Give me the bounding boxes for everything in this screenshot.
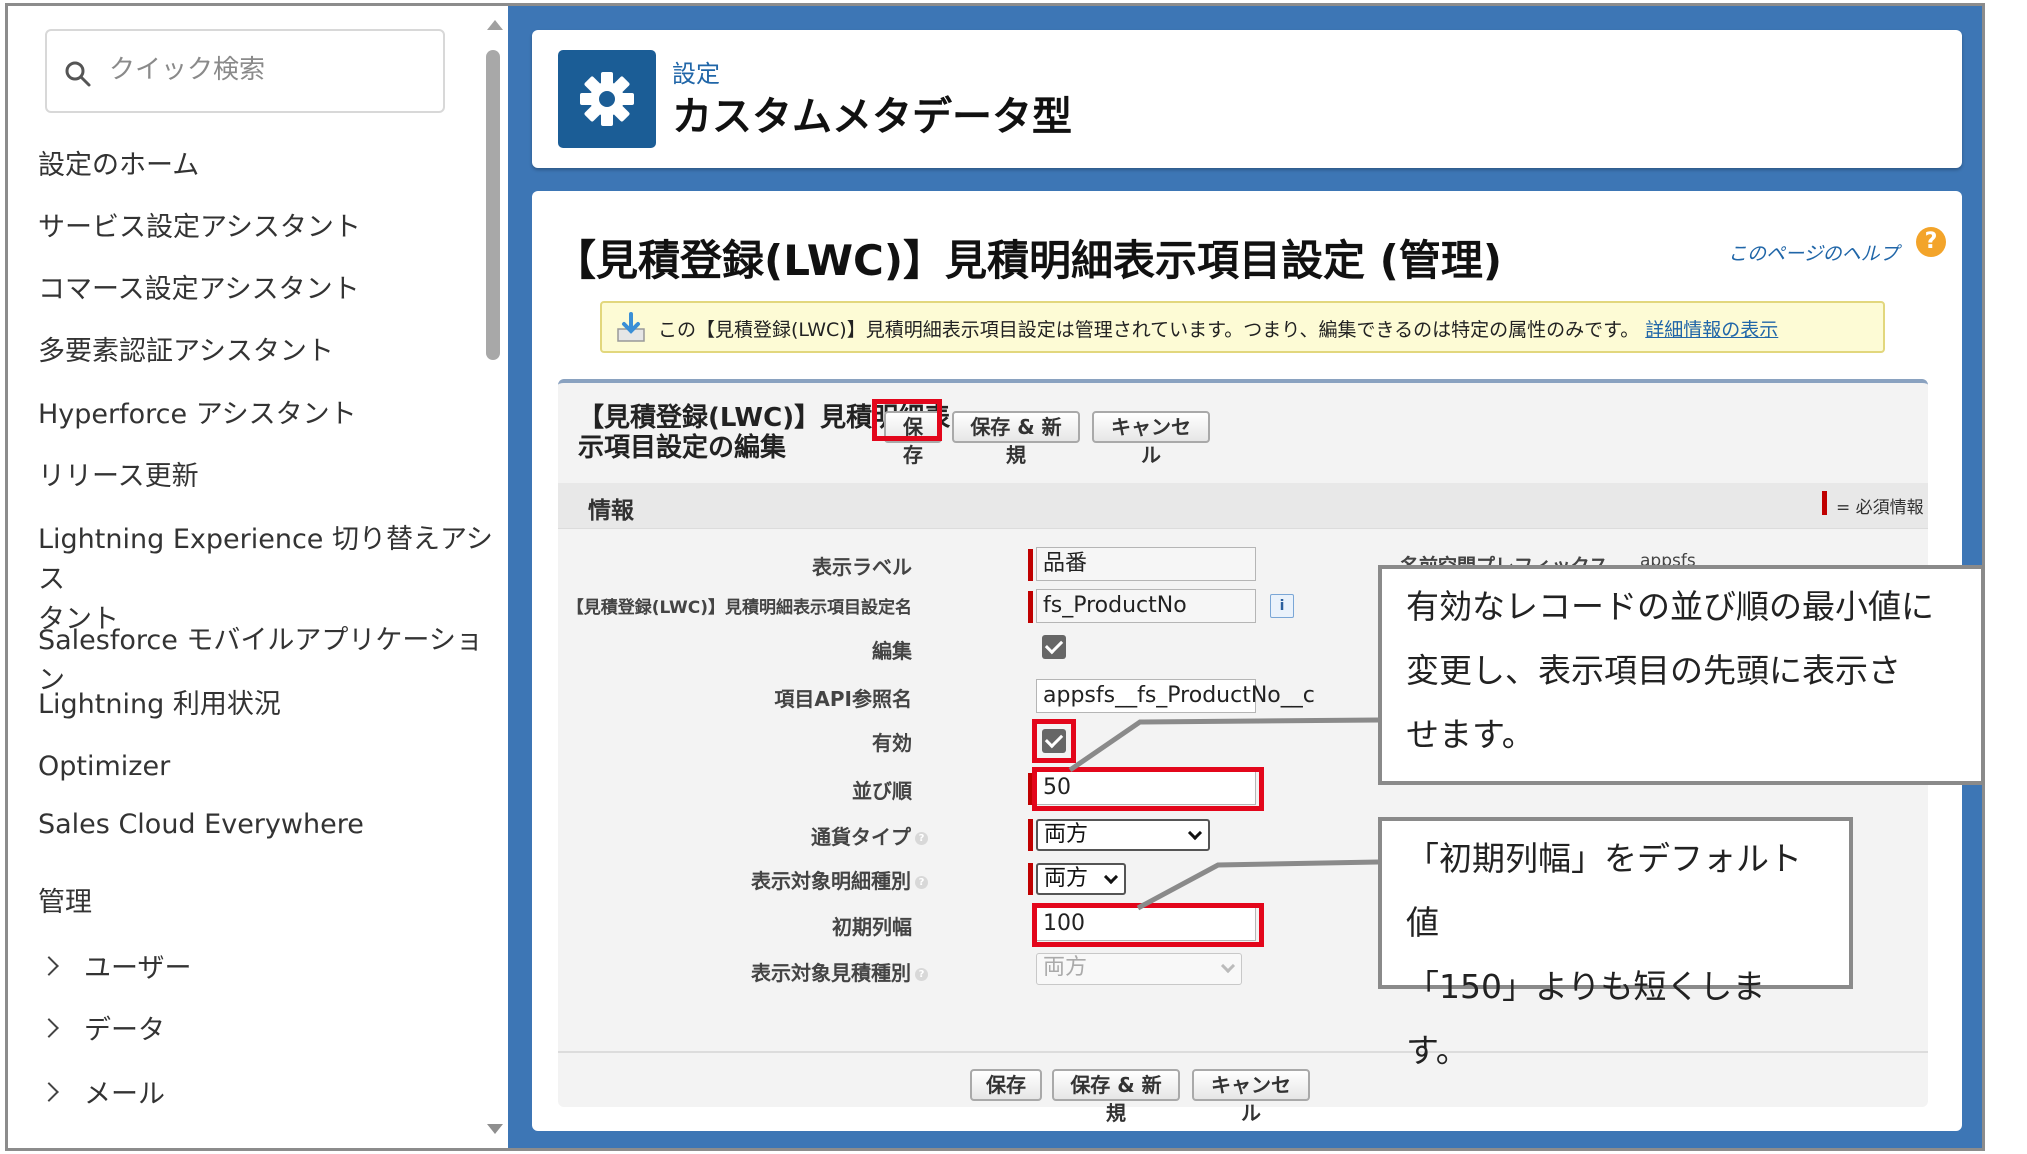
callout-line: せます。 — [1406, 715, 1535, 754]
callout-line: 変更し、表示項目の先頭に表示さ — [1406, 651, 1901, 690]
callout-initial-width: 「初期列幅」をデフォルト値 「150」よりも短くします。 — [1378, 817, 1853, 1070]
callout-line: 有効なレコードの並び順の最小値に — [1406, 587, 1934, 626]
callout-line: 「初期列幅」をデフォルト値 — [1406, 839, 1802, 942]
callout-order: 有効なレコードの並び順の最小値に 変更し、表示項目の先頭に表示さ せます。 — [1378, 565, 1985, 785]
callout-line: 「150」よりも短くします。 — [1406, 967, 1766, 1070]
